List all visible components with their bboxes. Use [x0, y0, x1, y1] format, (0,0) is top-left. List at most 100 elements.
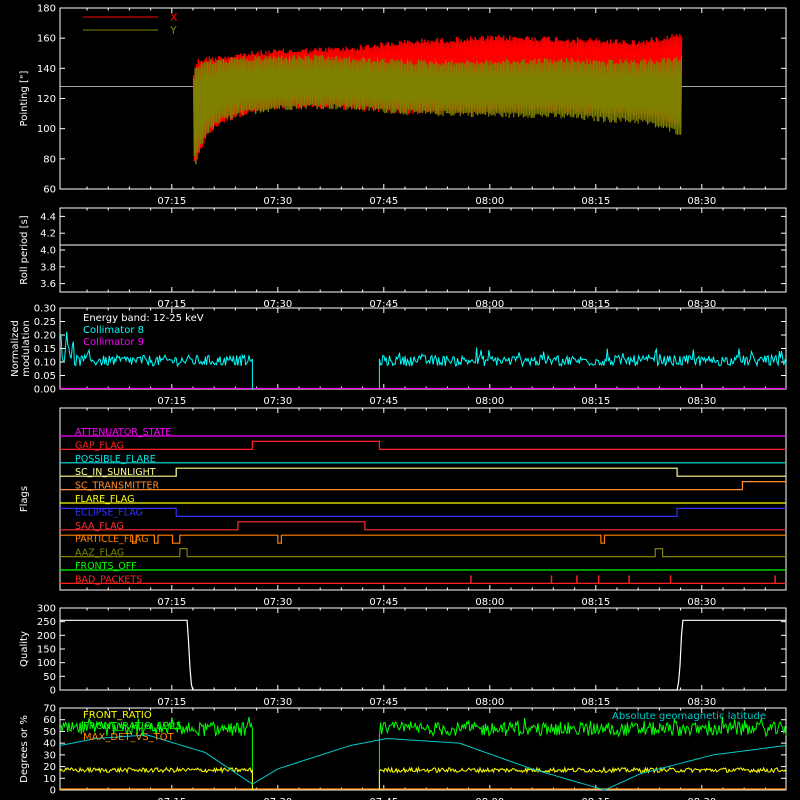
x-tick-label: 08:30 [687, 396, 716, 407]
y-tick-label: 150 [37, 645, 56, 656]
y-tick-label: 40 [43, 739, 56, 750]
legend-front-ratio-label: FRONT_RATIO [83, 710, 152, 721]
y-tick-label: 0.05 [34, 371, 56, 382]
energy-band-annotation: Energy band: 12-25 keV [83, 313, 204, 324]
flag-label: ECLIPSE_FLAG [75, 507, 143, 518]
y-tick-label: 0 [50, 686, 56, 697]
x-tick-label: 07:15 [157, 196, 186, 207]
y-tick-label: 300 [37, 604, 56, 615]
y-tick-label: 100 [37, 124, 56, 135]
flag-label: GAP_FLAG [75, 440, 124, 451]
x-tick-label: 08:30 [687, 697, 716, 708]
y-axis-label: Quality [19, 631, 30, 667]
flag-aaz-flag-line [60, 548, 786, 558]
y-tick-label: 0.25 [34, 317, 56, 328]
flag-label: POSSIBLE_FLARE [75, 454, 156, 465]
y-tick-label: 60 [43, 185, 56, 196]
flag-label: BAD_PACKETS [75, 574, 142, 585]
y-tick-label: 120 [37, 94, 56, 105]
geomagnetic-latitude-label: Absolute geomagnetic latitude [612, 711, 766, 722]
x-tick-label: 07:30 [263, 196, 292, 207]
y-tick-label: 0.15 [34, 344, 56, 355]
panel-2: 07:15 07:30 07:45 08:00 08:15 08:303.63.84.04… [19, 207, 787, 310]
y-tick-label: 160 [37, 34, 56, 45]
flag-eclipse-flag-line [60, 507, 786, 517]
flag-label: SC_IN_SUNLIGHT [75, 467, 156, 478]
legend-collimator-8-label: Collimator 8 [83, 325, 144, 336]
y-tick-label: 180 [37, 4, 56, 15]
y-tick-label: 4.0 [40, 246, 56, 257]
y-tick-label: 100 [37, 658, 56, 669]
y-tick-label: 20 [43, 762, 56, 773]
flag-label: PARTICLE_FLAG [75, 534, 148, 545]
y-tick-label: 80 [43, 154, 56, 165]
x-tick-label: 08:30 [687, 196, 716, 207]
panel-1: 07:15 07:30 07:45 08:00 08:15 08:30 60 80 100 120… [19, 4, 787, 207]
flag-gap-flag-line [60, 440, 786, 450]
y-tick-label: 0 [50, 786, 56, 797]
y-tick-label: 30 [43, 750, 56, 761]
legend-y-label: Y [169, 24, 177, 37]
y-tick-label: 3.6 [40, 279, 56, 290]
x-tick-label: 07:15 [157, 697, 186, 708]
flag-label: ATTENUATOR_STATE [75, 427, 171, 438]
x-tick-label: 07:45 [369, 196, 398, 207]
x-tick-label: 07:45 [369, 697, 398, 708]
y-axis-label: Pointing ["] [19, 70, 30, 126]
y-tick-label: 50 [43, 672, 56, 683]
flag-sc-transmitter-line [60, 481, 786, 491]
y-tick-label: 0.10 [34, 358, 56, 369]
x-tick-label: 08:00 [475, 396, 504, 407]
panel-4: 07:15 07:30 07:45 08:00 08:15 08:30 Flags ATTEN… [19, 407, 787, 608]
y-tick-label: 250 [37, 617, 56, 628]
flag-label: SC_TRANSMITTER [75, 481, 160, 492]
flag-label: AAZ_FLAG [75, 548, 124, 559]
x-tick-label: 08:15 [581, 196, 610, 207]
flag-particle-flag-line [60, 534, 786, 544]
panel-frame [59, 207, 787, 293]
flag-label: FRONTS_OFF [75, 561, 137, 572]
x-tick-label: 08:30 [687, 597, 716, 608]
y-tick-label: 70 [43, 704, 56, 715]
series-front-ratio-line [59, 766, 253, 790]
x-tick-label: 08:00 [475, 697, 504, 708]
flag-sc-in-sunlight-line [60, 467, 786, 477]
x-tick-label: 07:15 [157, 597, 186, 608]
legend-front-ratio-1225-label: FRONT_RATIO_1225 [83, 721, 182, 732]
x-tick-label: 08:00 [475, 196, 504, 207]
y-axis-label: Roll period [s] [19, 215, 30, 284]
panel-6: 07:1507:3007:4508:0008:1508:300102030405… [19, 704, 787, 800]
legend-x-label: X [170, 11, 178, 24]
flag-saa-flag-line [60, 521, 786, 531]
y-tick-label: 0.20 [34, 331, 56, 342]
y-axis-label: modulation [21, 320, 32, 377]
legend-max-det-vs-tot-label: MAX_DET_VS_TOT [83, 732, 175, 743]
y-tick-label: 4.2 [40, 229, 56, 240]
y-axis-label: Degrees or % [19, 715, 30, 783]
series-collimator-8-line [378, 347, 787, 389]
panel-5: 07:15 07:30 07:45 08:00 08:15 08:30 0 50 100 150 2… [19, 604, 787, 708]
x-tick-label: 07:45 [369, 396, 398, 407]
x-tick-label: 07:45 [369, 597, 398, 608]
x-tick-label: 08:15 [581, 697, 610, 708]
x-tick-label: 07:30 [263, 697, 292, 708]
y-tick-label: 50 [43, 727, 56, 738]
y-tick-label: 0.30 [34, 304, 56, 315]
x-tick-label: 07:30 [263, 597, 292, 608]
x-tick-label: 07:30 [263, 396, 292, 407]
y-tick-label: 4.4 [40, 212, 56, 223]
x-tick-label: 08:15 [581, 597, 610, 608]
quality-line [60, 619, 786, 691]
y-axis-label: Flags [19, 486, 30, 512]
legend-collimator-9-label: Collimator 9 [83, 337, 144, 348]
multi-panel-chart: 07:15 07:30 07:45 08:00 08:15 08:30 60 80 100 120… [10, 4, 787, 800]
y-tick-label: 200 [37, 631, 56, 642]
flag-label: SAA_FLAG [75, 521, 124, 532]
y-tick-label: 140 [37, 64, 56, 75]
series-front-ratio-line [378, 766, 787, 790]
y-tick-label: 0.00 [34, 385, 56, 396]
x-tick-label: 08:00 [475, 597, 504, 608]
panel-3: 07:15 07:30 07:45 08:00 08:15 08:30 0.00 0.05 0.… [10, 304, 787, 407]
x-tick-label: 08:15 [581, 396, 610, 407]
flag-label: FLARE_FLAG [75, 494, 135, 505]
